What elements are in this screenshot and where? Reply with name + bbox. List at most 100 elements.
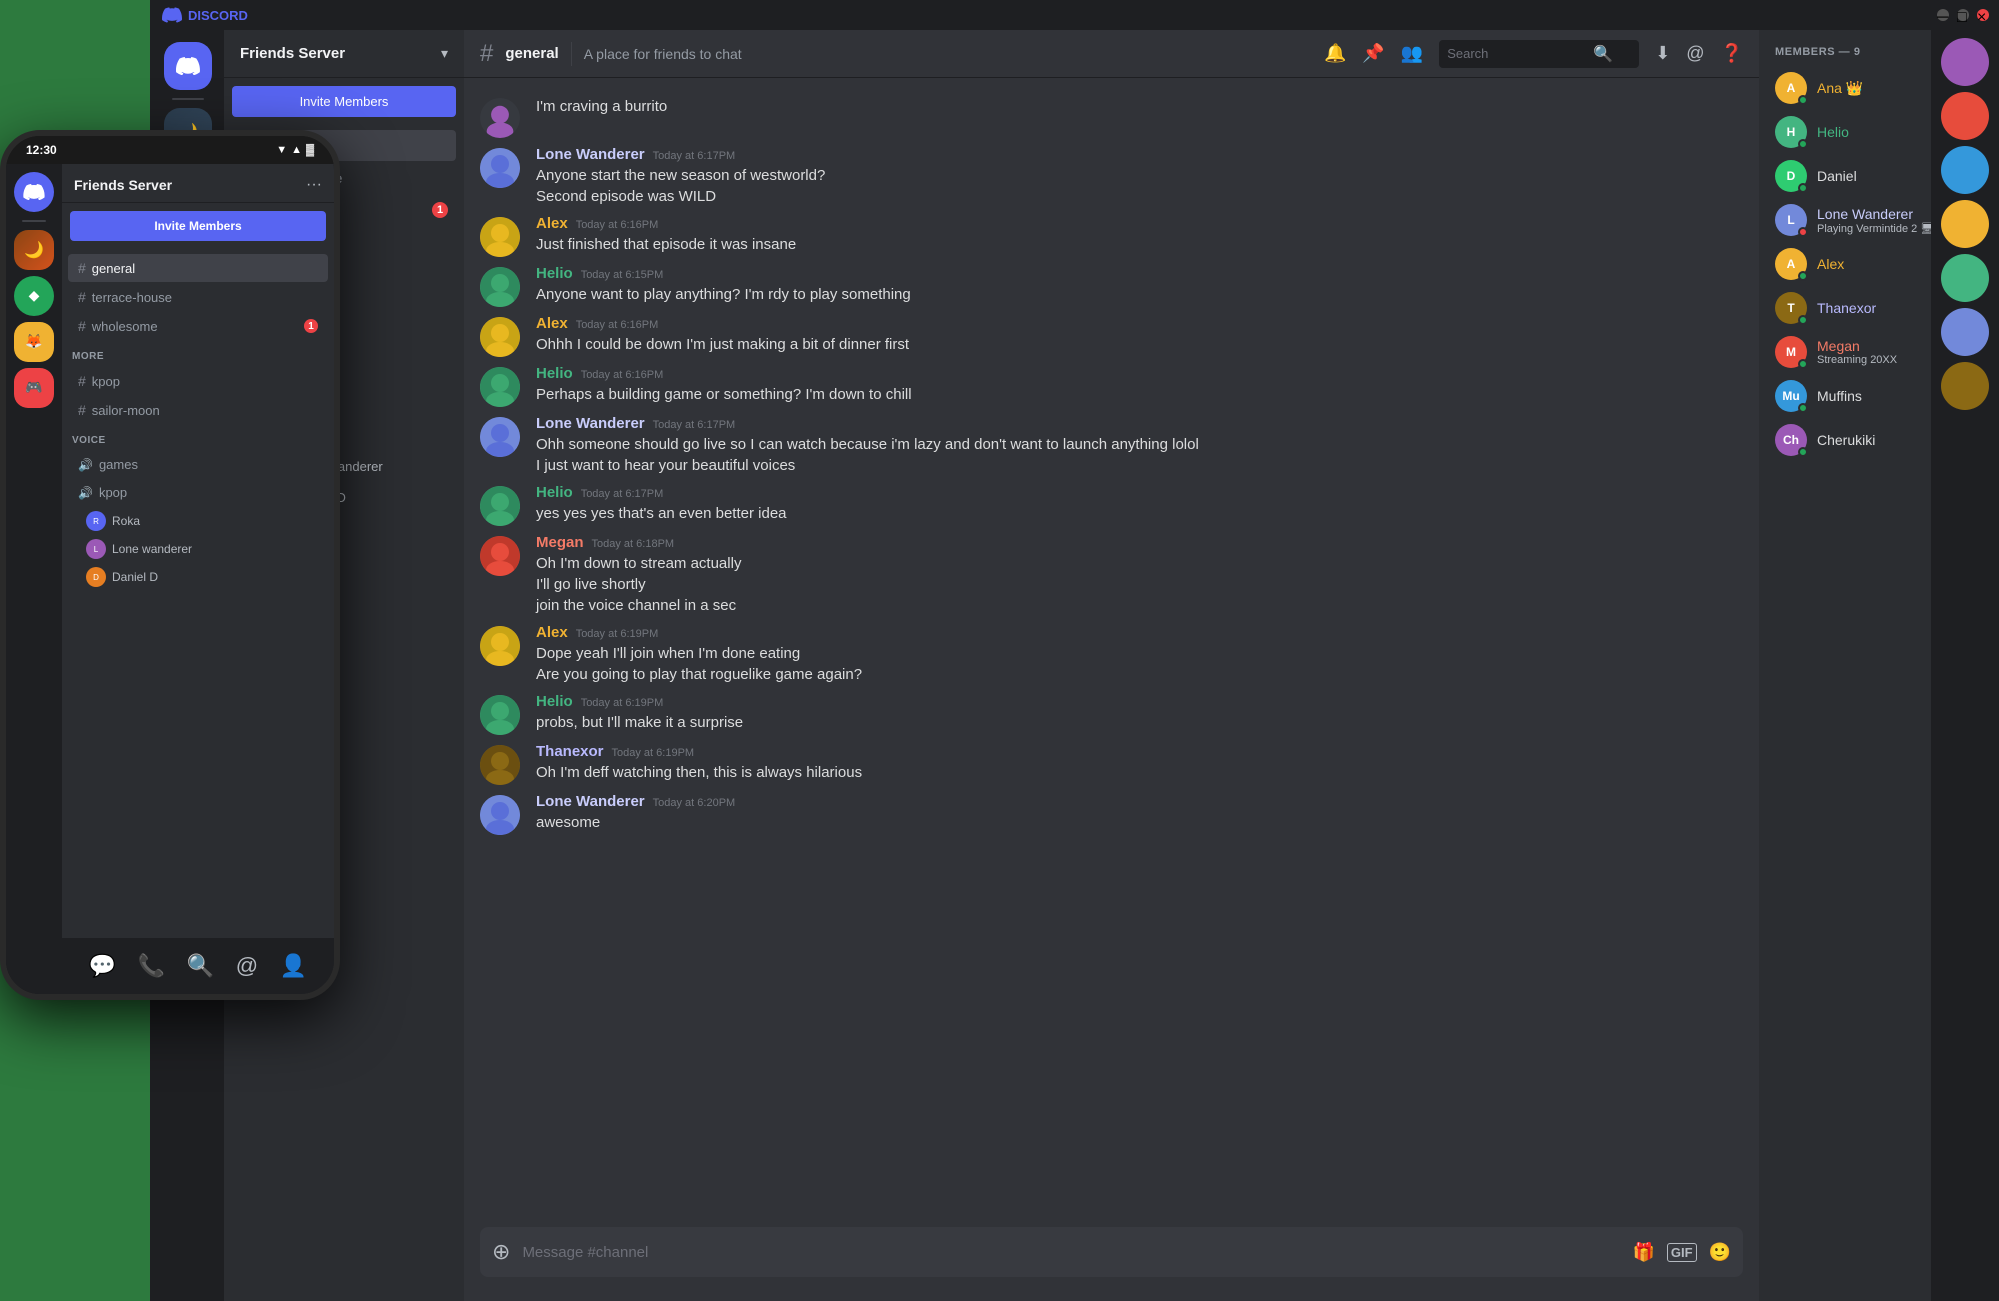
message-author: Helio bbox=[536, 484, 573, 501]
title-bar-controls: ─ □ × bbox=[1937, 9, 1989, 21]
notification-bell-icon[interactable]: 🔔 bbox=[1324, 43, 1346, 64]
channel-description: A place for friends to chat bbox=[584, 46, 742, 62]
battery-icon: ▓ bbox=[306, 144, 314, 156]
phone-dm-icon[interactable] bbox=[14, 172, 54, 212]
phone-channel-name-sailor: sailor-moon bbox=[92, 403, 160, 418]
phone-voice-user-daniel-name: Daniel D bbox=[112, 570, 158, 584]
server-header[interactable]: Friends Server ▾ bbox=[224, 30, 464, 78]
emoji-icon[interactable]: 🙂 bbox=[1709, 1242, 1731, 1263]
phone-status-bar: 12:30 ▼ ▲ ▓ bbox=[6, 136, 334, 164]
status-dot bbox=[1798, 95, 1808, 105]
invite-members-button[interactable]: Invite Members bbox=[232, 86, 456, 117]
avatar bbox=[480, 626, 520, 666]
message-text: yes yes yes that's an even better idea bbox=[536, 503, 1743, 524]
table-row: Helio Today at 6:19PM probs, but I'll ma… bbox=[464, 691, 1759, 737]
phone-voice-channel-games[interactable]: 🔊 games bbox=[68, 451, 328, 478]
table-row: Lone Wanderer Today at 6:20PM awesome bbox=[464, 791, 1759, 837]
message-text: Dope yeah I'll join when I'm done eating bbox=[536, 643, 1743, 664]
at-icon[interactable]: @ bbox=[1686, 43, 1704, 64]
phone-search-icon[interactable]: 🔍 bbox=[187, 953, 214, 979]
message-author: Alex bbox=[536, 624, 568, 641]
avatar bbox=[480, 486, 520, 526]
phone-voice-user-roka[interactable]: R Roka bbox=[62, 507, 334, 535]
avatar bbox=[480, 695, 520, 735]
message-text: I'll go live shortly bbox=[536, 574, 1743, 595]
phone-channel-item-kpop[interactable]: # kpop bbox=[68, 367, 328, 395]
message-header: Lone Wanderer Today at 6:17PM bbox=[536, 146, 1743, 163]
avatar bbox=[480, 795, 520, 835]
phone-calls-icon[interactable]: 📞 bbox=[138, 953, 165, 979]
phone-server-icon-1[interactable]: 🌙 bbox=[14, 230, 54, 270]
message-text: Ohhh I could be down I'm just making a b… bbox=[536, 334, 1743, 355]
phone-channel-item-general[interactable]: # general bbox=[68, 254, 328, 282]
phone-server-icon-3[interactable]: 🦊 bbox=[14, 322, 54, 362]
help-icon[interactable]: ❓ bbox=[1721, 43, 1743, 64]
message-content: Alex Today at 6:16PM Just finished that … bbox=[536, 215, 1743, 255]
phone-hash-icon-5: # bbox=[78, 402, 86, 418]
message-timestamp: Today at 6:19PM bbox=[612, 747, 695, 759]
message-text: Anyone want to play anything? I'm rdy to… bbox=[536, 284, 1743, 305]
message-author: Helio bbox=[536, 365, 573, 382]
message-text: Anyone start the new season of westworld… bbox=[536, 165, 1743, 186]
title-bar: DISCORD ─ □ × bbox=[152, 0, 1999, 30]
chat-input-area: ⊕ 🎁 GIF 🙂 bbox=[464, 1227, 1759, 1301]
phone-time: 12:30 bbox=[26, 143, 57, 157]
phone-channel-name-3: wholesome bbox=[92, 319, 158, 334]
close-button[interactable]: × bbox=[1977, 9, 1989, 21]
server-header-chevron-icon: ▾ bbox=[441, 45, 448, 62]
phone-channel-name-2: terrace-house bbox=[92, 290, 172, 305]
message-author: Helio bbox=[536, 265, 573, 282]
phone-bottom-bar: 💬 📞 🔍 @ 👤 bbox=[62, 938, 334, 994]
message-text: Oh I'm deff watching then, this is alway… bbox=[536, 762, 1743, 783]
message-input[interactable] bbox=[522, 1232, 1620, 1273]
avatar: T bbox=[1775, 292, 1807, 324]
messages-container: I'm craving a burrito Lone Wanderer Toda… bbox=[464, 78, 1759, 1227]
phone-frame: 12:30 ▼ ▲ ▓ 🌙 ◆ 🦊 bbox=[0, 130, 340, 1000]
message-text: Second episode was WILD bbox=[536, 186, 1743, 207]
avatar: L bbox=[1775, 204, 1807, 236]
phone-voice-avatar-roka: R bbox=[86, 511, 106, 531]
phone-channel-item-terrace[interactable]: # terrace-house bbox=[68, 283, 328, 311]
phone-voice-user-daniel[interactable]: D Daniel D bbox=[62, 563, 334, 591]
phone-channel-item-sailor-moon[interactable]: # sailor-moon bbox=[68, 396, 328, 424]
phone-profile-icon[interactable]: 👤 bbox=[280, 953, 307, 979]
phone-voice-channel-kpop[interactable]: 🔊 kpop bbox=[68, 479, 328, 506]
phone-chat-icon[interactable]: 💬 bbox=[89, 953, 116, 979]
right-avatar-5 bbox=[1941, 254, 1989, 302]
avatar: D bbox=[1775, 160, 1807, 192]
add-attachment-button[interactable]: ⊕ bbox=[492, 1227, 510, 1277]
search-box[interactable]: 🔍 bbox=[1439, 40, 1639, 68]
phone-server-icon-2[interactable]: ◆ bbox=[14, 276, 54, 316]
wifi-icon: ▼ bbox=[276, 144, 287, 156]
phone-voice-user-lone[interactable]: L Lone wanderer bbox=[62, 535, 334, 563]
pin-icon[interactable]: 📌 bbox=[1362, 43, 1384, 64]
message-author: Alex bbox=[536, 315, 568, 332]
minimize-button[interactable]: ─ bbox=[1937, 9, 1949, 21]
message-content: Megan Today at 6:18PM Oh I'm down to str… bbox=[536, 534, 1743, 616]
message-text: awesome bbox=[536, 812, 1743, 833]
avatar bbox=[480, 317, 520, 357]
phone-channel-badge: 1 bbox=[304, 319, 318, 333]
maximize-button[interactable]: □ bbox=[1957, 9, 1969, 21]
gift-icon[interactable]: 🎁 bbox=[1632, 1242, 1654, 1263]
phone-menu-icon[interactable]: ··· bbox=[306, 176, 322, 194]
phone-overlay: 12:30 ▼ ▲ ▓ 🌙 ◆ 🦊 bbox=[0, 130, 340, 1000]
members-icon[interactable]: 👥 bbox=[1401, 43, 1423, 64]
channel-header-name: general bbox=[505, 45, 558, 62]
download-icon[interactable]: ⬇ bbox=[1655, 43, 1670, 64]
message-header: Lone Wanderer Today at 6:17PM bbox=[536, 415, 1743, 432]
phone-invite-button[interactable]: Invite Members bbox=[70, 211, 326, 241]
gif-icon[interactable]: GIF bbox=[1667, 1243, 1697, 1262]
right-avatar-7 bbox=[1941, 362, 1989, 410]
avatar: Mu bbox=[1775, 380, 1807, 412]
dm-icon[interactable] bbox=[164, 42, 212, 90]
search-input[interactable] bbox=[1447, 46, 1587, 61]
input-actions: 🎁 GIF 🙂 bbox=[1632, 1242, 1731, 1263]
phone-channel-item-wholesome[interactable]: # wholesome 1 bbox=[68, 312, 328, 340]
message-header: Lone Wanderer Today at 6:20PM bbox=[536, 793, 1743, 810]
phone-category-voice: VOICE bbox=[62, 425, 334, 450]
phone-at-icon[interactable]: @ bbox=[236, 953, 258, 979]
phone-server-icon-4[interactable]: 🎮 bbox=[14, 368, 54, 408]
table-row: Lone Wanderer Today at 6:17PM Ohh someon… bbox=[464, 413, 1759, 478]
status-dot bbox=[1798, 183, 1808, 193]
